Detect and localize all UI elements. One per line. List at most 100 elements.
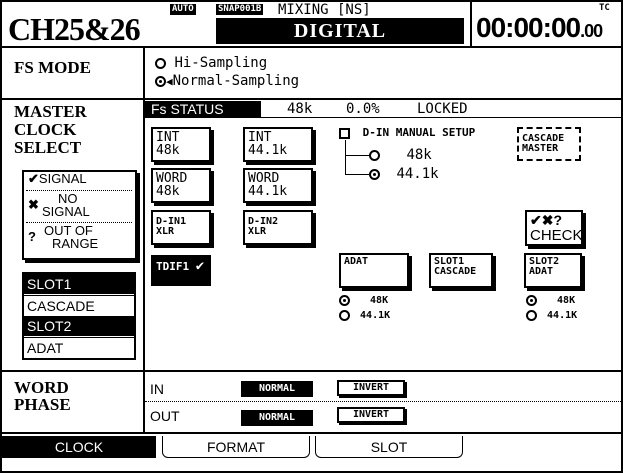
d-in-option-441k[interactable]: 44.1k	[369, 167, 439, 181]
hi-sampling-label: Hi-Sampling	[174, 55, 268, 71]
fs-status-rule	[145, 117, 621, 118]
slot2-adat-button[interactable]: SLOT2 ADAT	[524, 253, 582, 288]
word-in-invert-button[interactable]: INVERT	[337, 380, 405, 396]
adat-48k-label: 48K	[370, 295, 389, 306]
d-in2-line2: XLR	[248, 226, 267, 237]
slot-list-item-adat[interactable]: ADAT	[24, 337, 134, 357]
master-clock-title-2: CLOCK	[14, 120, 77, 139]
d-in1-xlr-button[interactable]: D-IN1 XLR	[151, 210, 211, 245]
legend-no-signal: ✖ NO SIGNAL	[28, 192, 90, 218]
word-out-normal-button[interactable]: NORMAL	[241, 410, 313, 426]
fs-status-lock: LOCKED	[417, 101, 468, 117]
word-48k-line2: 48k	[156, 184, 180, 199]
word-in-label: IN	[150, 381, 164, 397]
timecode-frames: .00	[580, 21, 603, 41]
tdif1-label: TDIF1	[156, 260, 190, 273]
slot2-adat-line2: ADAT	[529, 266, 554, 277]
d-in-manual-checkbox[interactable]	[339, 127, 350, 139]
fs-mode-hi-sampling[interactable]: Hi-Sampling	[155, 55, 267, 71]
radio-adat-441k[interactable]	[339, 309, 350, 321]
radio-slot2-48k[interactable]	[526, 294, 537, 306]
fs-status-label: Fs STATUS	[145, 101, 261, 117]
word-phase-title: WORD PHASE	[14, 379, 71, 413]
word-441k-button[interactable]: WORD 44.1k	[243, 168, 313, 203]
slot2-441k-label: 44.1K	[547, 310, 578, 321]
d-in-441k-label: 44.1k	[396, 166, 439, 182]
word-phase-title-1: WORD	[14, 378, 69, 397]
tab-slot[interactable]: SLOT	[315, 436, 463, 458]
check-label: CHECK	[530, 227, 583, 244]
word-phase-divider	[143, 372, 145, 432]
slot2-rate-48k[interactable]: 48K	[526, 294, 575, 308]
check-icon: ✔	[28, 171, 39, 186]
slot-list-item-cascade[interactable]: CASCADE	[24, 295, 134, 315]
header-bottom-rule	[0, 46, 623, 48]
d-in-tree-branch-48	[345, 155, 369, 156]
d-in-option-48k[interactable]: 48k	[369, 148, 432, 162]
tdif1-button[interactable]: TDIF1 ✔	[151, 255, 211, 286]
master-clock-divider	[143, 100, 145, 370]
normal-sampling-label: Normal-Sampling	[172, 73, 300, 89]
radio-hi-sampling[interactable]	[155, 57, 166, 69]
slot2-rate-441k[interactable]: 44.1K	[526, 309, 577, 323]
cascade-master-button[interactable]: CASCADE MASTER	[517, 127, 581, 161]
check-status-icons: ✔✖?	[530, 212, 563, 228]
d-in-tree-branch-441	[345, 174, 369, 175]
adat-button[interactable]: ADAT	[339, 253, 409, 288]
adat-rate-48k[interactable]: 48K	[339, 294, 388, 308]
slot1-cascade-button[interactable]: SLOT1 CASCADE	[429, 253, 493, 288]
d-in-manual-label: D-IN MANUAL SETUP	[362, 126, 476, 139]
master-clock-title-3: SELECT	[14, 138, 82, 157]
master-clock-title: MASTER CLOCK SELECT	[14, 103, 87, 157]
word-in-normal-button[interactable]: NORMAL	[241, 381, 313, 397]
d-in2-xlr-button[interactable]: D-IN2 XLR	[243, 210, 313, 245]
word-441k-line2: 44.1k	[248, 184, 288, 199]
fs-status-rate: 48k	[287, 101, 313, 117]
word-48k-button[interactable]: WORD 48k	[151, 168, 211, 203]
digital-label: DIGITAL	[216, 18, 464, 44]
slot-list-item-slot1[interactable]: SLOT1	[24, 274, 134, 294]
adat-rate-441k[interactable]: 44.1K	[339, 309, 390, 323]
word-out-invert-button[interactable]: INVERT	[337, 407, 405, 423]
fs-status-deviation: 0.0%	[346, 101, 380, 117]
radio-d-in-48k[interactable]	[369, 149, 380, 161]
d-in-tree-line	[345, 140, 371, 174]
slot-list-item-slot2[interactable]: SLOT2	[24, 316, 134, 336]
word-phase-row-divider	[145, 401, 621, 402]
d-in1-line2: XLR	[156, 226, 175, 237]
fs-mode-bottom-rule	[0, 98, 623, 100]
word-out-label: OUT	[150, 408, 180, 424]
legend-out-of-range: ? OUT OF RANGE	[28, 224, 98, 250]
int-441k-button[interactable]: INT 44.1k	[243, 127, 313, 162]
master-clock-bottom-rule	[0, 370, 623, 372]
adat-label: ADAT	[344, 256, 369, 267]
legend-out-of-range-2: RANGE	[52, 236, 99, 251]
adat-441k-label: 44.1K	[360, 310, 391, 321]
radio-slot2-441k[interactable]	[526, 309, 537, 321]
slot1-cascade-line2: CASCADE	[434, 266, 477, 277]
legend-signal: ✔SIGNAL	[28, 172, 87, 186]
snap-badge: SNAP001B	[216, 4, 264, 15]
slot2-48k-label: 48K	[557, 295, 576, 306]
mixing-label: MIXING [NS]	[278, 2, 371, 18]
question-icon: ?	[28, 229, 36, 244]
word-phase-title-2: PHASE	[14, 395, 71, 414]
fs-mode-title: FS MODE	[14, 58, 91, 77]
check-button[interactable]: ✔✖? CHECK	[525, 210, 583, 246]
tab-clock[interactable]: CLOCK	[2, 436, 156, 458]
radio-d-in-441k[interactable]	[369, 168, 380, 180]
cross-icon: ✖	[28, 197, 39, 212]
radio-adat-48k[interactable]	[339, 294, 350, 306]
tab-format[interactable]: FORMAT	[162, 436, 310, 458]
d-in-manual-setup[interactable]: D-IN MANUAL SETUP	[339, 126, 475, 139]
master-clock-title-1: MASTER	[14, 102, 87, 121]
radio-normal-sampling[interactable]	[155, 75, 166, 87]
timecode-value: 00:00:00	[476, 12, 581, 43]
fs-mode-normal-sampling[interactable]: ◀Normal-Sampling	[155, 73, 299, 90]
int-48k-button[interactable]: INT 48k	[151, 127, 211, 162]
legend-divider-1	[26, 190, 132, 191]
channel-title: CH25&26	[8, 11, 141, 47]
legend-signal-label: SIGNAL	[38, 171, 87, 186]
selector-arrow-icon: ◀	[166, 75, 173, 88]
auto-badge: AUTO	[170, 4, 196, 15]
